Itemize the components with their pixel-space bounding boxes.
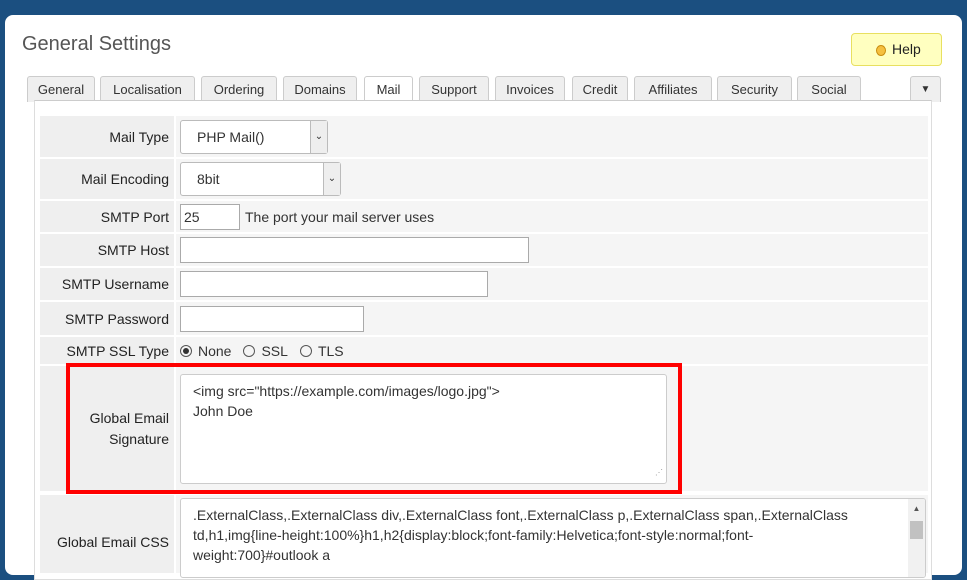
smtp-port-label: SMTP Port [40, 201, 174, 232]
tabs-more-dropdown[interactable]: ▼ [910, 76, 941, 102]
mail-settings-content: Mail Type PHP Mail() ⌄ Mail Encoding 8bit… [34, 100, 932, 580]
lightbulb-icon [876, 45, 886, 56]
tab-general[interactable]: General [27, 76, 95, 102]
row-smtp-username: SMTP Username [40, 268, 928, 302]
smtp-port-hint: The port your mail server uses [245, 208, 435, 225]
tab-affiliates[interactable]: Affiliates [634, 76, 712, 102]
help-button[interactable]: Help [851, 33, 942, 66]
tab-localisation[interactable]: Localisation [100, 76, 195, 102]
row-smtp-password: SMTP Password [40, 302, 928, 337]
mail-encoding-label: Mail Encoding [40, 159, 174, 199]
row-mail-encoding: Mail Encoding 8bit ⌄ [40, 159, 928, 201]
radio-icon [299, 344, 312, 357]
ssl-ssl-label: SSL [261, 342, 288, 359]
mail-encoding-select[interactable]: 8bit ⌄ [180, 162, 341, 196]
tab-security[interactable]: Security [717, 76, 792, 102]
row-mail-type: Mail Type PHP Mail() ⌄ [40, 116, 928, 159]
smtp-password-input[interactable] [180, 305, 364, 332]
tab-credit[interactable]: Credit [572, 76, 628, 102]
tab-ordering[interactable]: Ordering [201, 76, 277, 102]
tab-mail[interactable]: Mail [364, 76, 413, 103]
css-line3: weight:700}#outlook a [193, 547, 330, 563]
scroll-up-icon[interactable]: ▲ [908, 499, 925, 519]
smtp-password-label: SMTP Password [40, 302, 174, 335]
smtp-port-input[interactable]: 25 [180, 203, 240, 230]
chevron-down-icon: ⌄ [323, 163, 340, 195]
ssl-none-label: None [198, 342, 232, 359]
signature-highlight-box [66, 363, 682, 494]
chevron-down-icon: ⌄ [310, 120, 327, 153]
ssl-option-tls[interactable]: TLS [299, 342, 344, 359]
row-smtp-port: SMTP Port 25 The port your mail server us… [40, 201, 928, 234]
smtp-username-label: SMTP Username [40, 268, 174, 300]
row-smtp-host: SMTP Host [40, 234, 928, 268]
page-title: General Settings [22, 33, 171, 55]
mail-type-select[interactable]: PHP Mail() ⌄ [180, 119, 328, 154]
tab-invoices[interactable]: Invoices [495, 76, 565, 102]
tab-support[interactable]: Support [419, 76, 489, 102]
css-line2: td,h1,img{line-height:100%}h1,h2{display… [193, 527, 754, 543]
mail-type-value: PHP Mail() [197, 128, 265, 145]
tab-domains[interactable]: Domains [283, 76, 357, 102]
ssl-option-none[interactable]: None [180, 343, 231, 359]
smtp-ssl-label: SMTP SSL Type [40, 337, 174, 364]
css-scrollbar[interactable]: ▲ [908, 499, 925, 577]
ssl-tls-label: TLS [317, 342, 344, 359]
caret-down-icon: ▼ [920, 84, 931, 95]
smtp-username-input[interactable] [180, 271, 488, 297]
scrollbar-thumb[interactable] [910, 521, 923, 539]
row-email-css: Global Email CSS .ExternalClass,.Externa… [40, 495, 928, 578]
tab-social[interactable]: Social [797, 76, 861, 102]
radio-icon [243, 344, 256, 357]
css-line1: .ExternalClass,.ExternalClass div,.Exter… [193, 507, 848, 523]
email-css-textarea[interactable]: .ExternalClass,.ExternalClass div,.Exter… [180, 498, 926, 578]
mail-encoding-value: 8bit [197, 171, 220, 187]
smtp-host-label: SMTP Host [40, 234, 174, 266]
settings-tabs: General Localisation Ordering Domains Ma… [27, 76, 957, 103]
row-smtp-ssl: SMTP SSL Type None SSL TLS [40, 337, 928, 366]
help-label: Help [892, 41, 921, 57]
ssl-option-ssl[interactable]: SSL [243, 342, 288, 359]
email-css-label: Global Email CSS [40, 495, 174, 573]
smtp-host-input[interactable] [180, 237, 529, 263]
mail-type-label: Mail Type [40, 116, 174, 157]
radio-checked-icon [180, 344, 192, 357]
